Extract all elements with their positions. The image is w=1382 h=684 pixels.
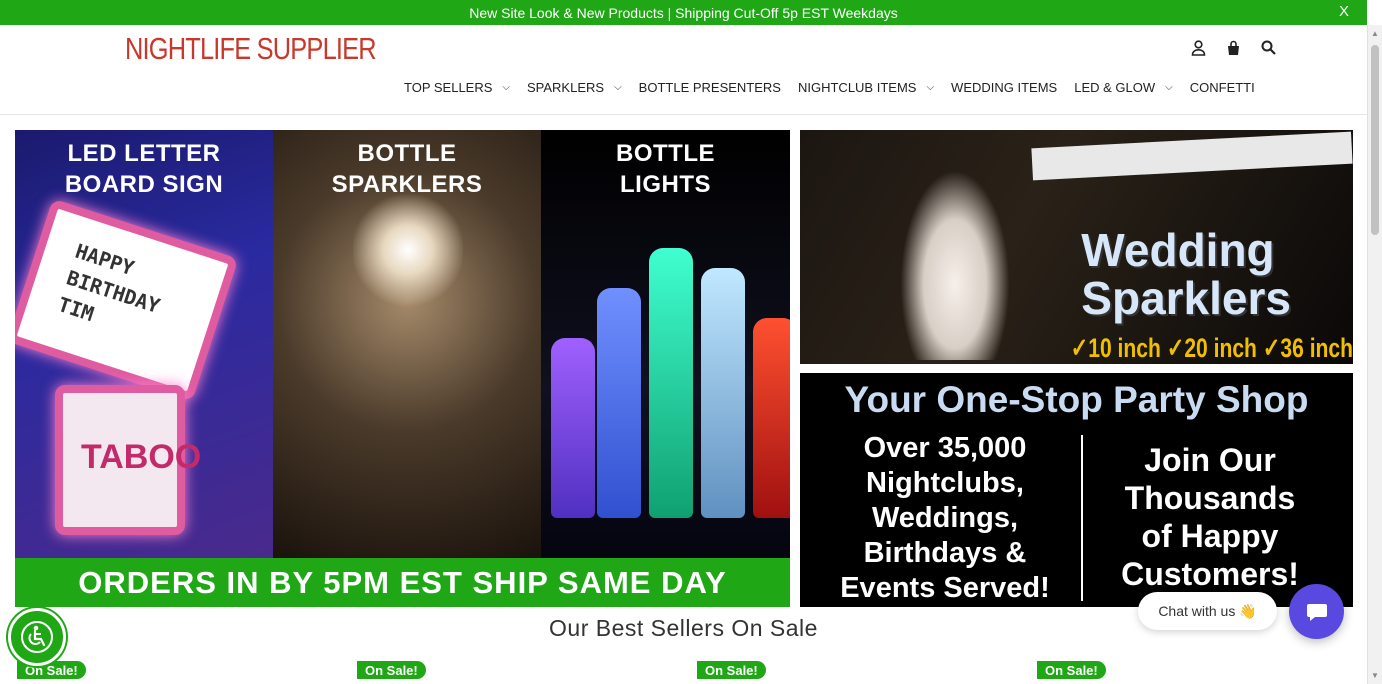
- close-announcement-button[interactable]: X: [1339, 3, 1349, 20]
- site-header: NIGHTLIFE SUPPLIER TOP SELLERS ⌵ SPARKLER…: [0, 25, 1367, 115]
- bottle-image: [551, 338, 595, 518]
- nav-confetti[interactable]: CONFETTI: [1190, 80, 1255, 95]
- header-icons: [1190, 39, 1277, 57]
- taboo-sign-image: TABOO: [55, 385, 201, 535]
- panel-title: BOTTLE LIGHTS: [616, 140, 715, 198]
- taboo-text: TABOO: [81, 438, 202, 476]
- on-sale-badge: On Sale!: [697, 661, 766, 679]
- scroll-down-icon[interactable]: ▼: [1371, 671, 1379, 680]
- divider: [1081, 435, 1083, 601]
- wedding-couple-image: [900, 170, 1010, 360]
- bottle-image: [597, 288, 641, 518]
- nav-sparklers[interactable]: SPARKLERS ⌵: [527, 80, 622, 95]
- nav-top-sellers[interactable]: TOP SELLERS ⌵: [404, 80, 510, 95]
- chevron-down-icon: ⌵: [926, 82, 935, 93]
- panel-title: BOTTLE SPARKLERS: [331, 140, 483, 198]
- bottle-image: [753, 318, 790, 518]
- party-stat: Over 35,000 Nightclubs, Weddings, Birthd…: [840, 432, 1050, 604]
- announcement-bar: New Site Look & New Products | Shipping …: [0, 0, 1367, 25]
- chevron-down-icon: ⌵: [1165, 82, 1173, 93]
- nav-bottle-presenters[interactable]: BOTTLE PRESENTERS: [639, 80, 781, 95]
- wedding-sparklers-banner[interactable]: Wedding Sparklers ✓10 inch ✓20 inch ✓36 …: [800, 130, 1353, 364]
- nav-wedding-items[interactable]: WEDDING ITEMS: [951, 80, 1057, 95]
- user-icon[interactable]: [1190, 39, 1207, 57]
- accessibility-icon: [21, 621, 53, 653]
- sparkler-sizes: ✓10 inch ✓20 inch ✓36 inch: [1070, 333, 1353, 363]
- scroll-up-icon[interactable]: ▲: [1371, 29, 1379, 38]
- nav-nightclub-items[interactable]: NIGHTCLUB ITEMS ⌵: [798, 80, 934, 95]
- letter-board-image: HAPPY BIRTHDAY TIM: [15, 198, 239, 402]
- nav-led-glow[interactable]: LED & GLOW ⌵: [1074, 80, 1173, 95]
- scrollbar-thumb[interactable]: [1371, 45, 1379, 235]
- bottle-image: [701, 268, 745, 518]
- chat-icon: [1306, 603, 1327, 621]
- party-title: Your One-Stop Party Shop: [844, 379, 1309, 420]
- bottle-lights-panel: BOTTLE LIGHTS: [541, 130, 790, 558]
- sign-text: HAPPY BIRTHDAY TIM: [55, 238, 163, 327]
- party-join: Join Our Thousands of Happy Customers!: [1121, 442, 1299, 592]
- hero-main-banner[interactable]: LED LETTER BOARD SIGN HAPPY BIRTHDAY TIM…: [15, 130, 790, 607]
- page-scrollbar[interactable]: ▲ ▼: [1367, 25, 1382, 684]
- party-shop-banner[interactable]: Your One-Stop Party Shop Over 35,000 Nig…: [800, 373, 1353, 607]
- chevron-down-icon: ⌵: [502, 82, 510, 93]
- announcement-text: New Site Look & New Products | Shipping …: [469, 4, 898, 21]
- led-sign-panel: LED LETTER BOARD SIGN HAPPY BIRTHDAY TIM…: [15, 130, 273, 558]
- cart-icon[interactable]: [1225, 39, 1242, 57]
- shipping-band: ORDERS IN BY 5PM EST SHIP SAME DAY: [15, 558, 790, 607]
- bottle-image: [649, 248, 693, 518]
- wedding-title: Wedding Sparklers: [1081, 224, 1291, 324]
- chat-button[interactable]: [1289, 584, 1344, 639]
- search-icon[interactable]: [1260, 39, 1277, 57]
- site-logo[interactable]: NIGHTLIFE SUPPLIER: [125, 31, 377, 67]
- accessibility-button[interactable]: [8, 608, 66, 666]
- bottle-sparklers-panel: BOTTLE SPARKLERS: [273, 130, 541, 558]
- on-sale-badge: On Sale!: [357, 661, 426, 679]
- panel-title: LED LETTER BOARD SIGN: [64, 140, 224, 198]
- sparkler-pack-image: [1031, 131, 1353, 181]
- on-sale-badge: On Sale!: [1037, 661, 1106, 679]
- chat-prompt[interactable]: Chat with us 👋: [1138, 592, 1277, 630]
- main-nav: TOP SELLERS ⌵ SPARKLERS ⌵ BOTTLE PRESENTER…: [404, 80, 1272, 95]
- chevron-down-icon: ⌵: [614, 82, 622, 93]
- sparkler-glow: [353, 190, 463, 310]
